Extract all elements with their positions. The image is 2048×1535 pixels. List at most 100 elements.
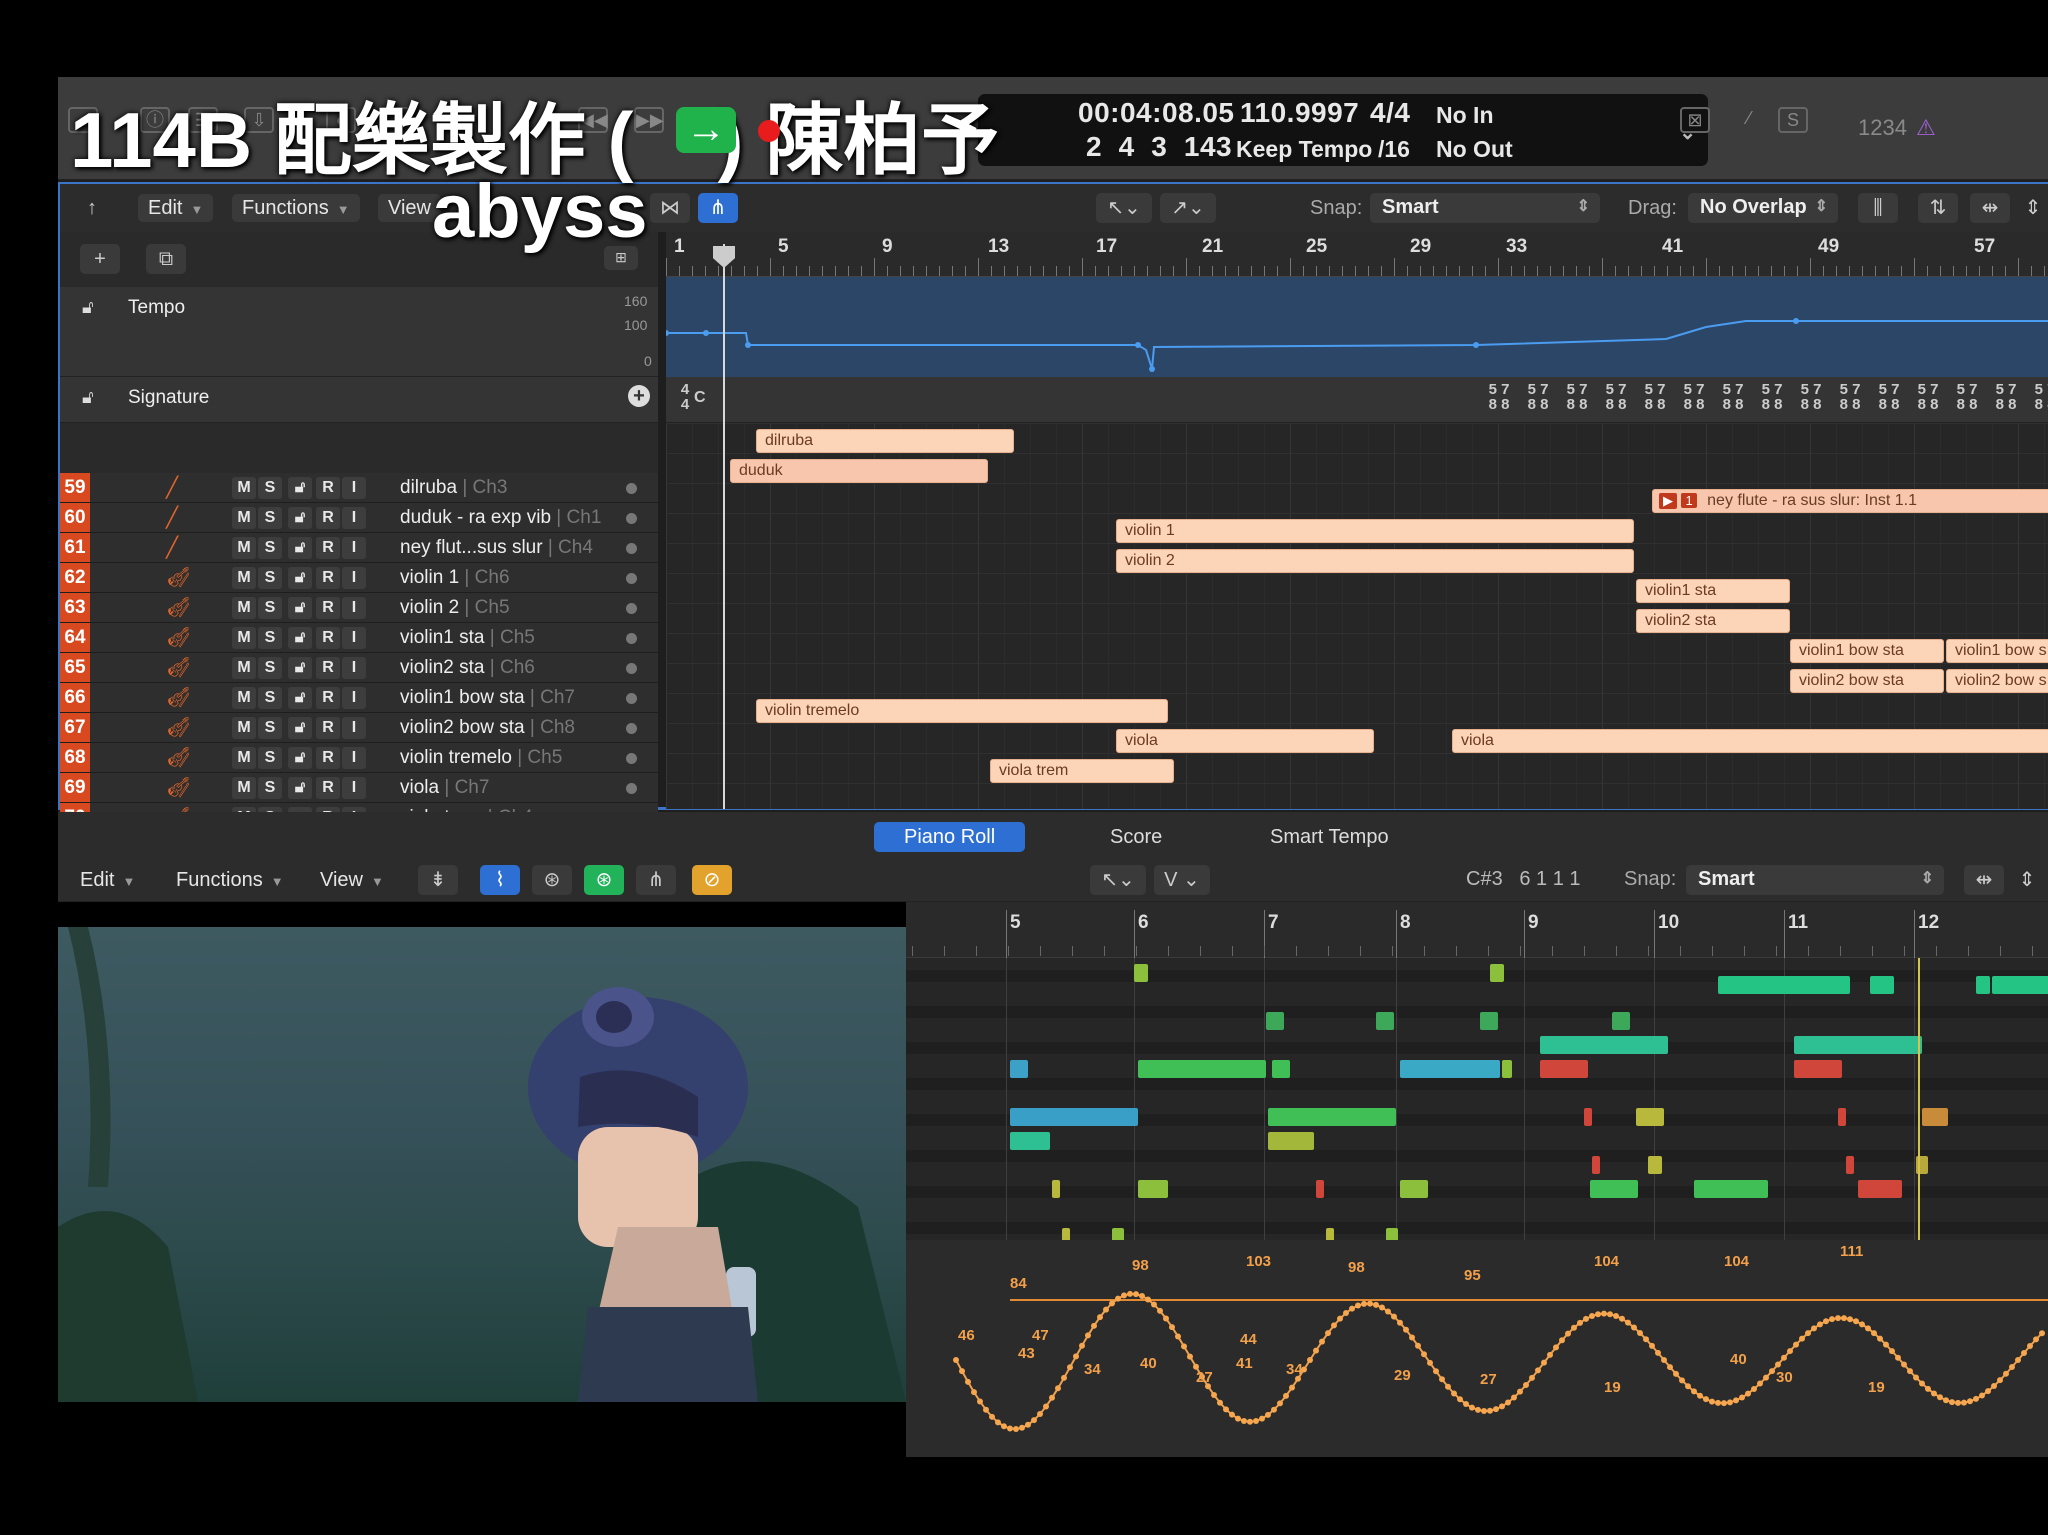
velocity-point[interactable] — [1211, 1391, 1217, 1398]
duplicate-track-icon[interactable]: ⧉ — [146, 244, 186, 274]
velocity-point[interactable] — [1121, 1292, 1127, 1299]
tuner-icon[interactable]: ⁄ — [1734, 107, 1764, 133]
vertical-zoom-icon[interactable]: ⇅ — [1918, 193, 1958, 223]
velocity-point[interactable] — [1361, 1300, 1367, 1307]
velocity-point[interactable] — [1613, 1312, 1619, 1319]
velocity-point[interactable] — [1991, 1383, 1997, 1390]
velocity-point[interactable] — [1055, 1385, 1061, 1392]
velocity-point[interactable] — [1943, 1397, 1949, 1404]
velocity-point[interactable] — [1703, 1396, 1709, 1403]
velocity-point[interactable] — [2021, 1349, 2027, 1356]
mute-button[interactable]: M — [232, 717, 256, 739]
record-enable-button[interactable]: R — [316, 747, 340, 769]
midi-note[interactable] — [1858, 1180, 1902, 1198]
velocity-point[interactable] — [1343, 1309, 1349, 1316]
velocity-point[interactable] — [1751, 1385, 1757, 1392]
edit-menu[interactable]: Edit ▼ — [138, 194, 214, 222]
velocity-point[interactable] — [1919, 1380, 1925, 1387]
lock-icon[interactable]: 🔓︎ — [288, 717, 312, 739]
velocity-point[interactable] — [1901, 1361, 1907, 1368]
velocity-point[interactable] — [1565, 1330, 1571, 1337]
velocity-point[interactable] — [1505, 1399, 1511, 1406]
midi-note[interactable] — [1648, 1156, 1662, 1174]
replace-icon[interactable]: ⊠ — [1680, 107, 1710, 133]
velocity-point[interactable] — [1085, 1332, 1091, 1339]
velocity-point[interactable] — [953, 1357, 959, 1363]
horizontal-zoom-icon[interactable]: ⇹ — [1964, 865, 2004, 895]
record-enable-button[interactable]: R — [316, 507, 340, 529]
velocity-point[interactable] — [1469, 1404, 1475, 1411]
track-row[interactable]: 64 🎻︎ M S 🔓︎ R Iviolin1 sta | Ch5 — [60, 623, 658, 653]
velocity-point[interactable] — [983, 1406, 989, 1413]
track-row[interactable]: 68 🎻︎ M S 🔓︎ R Iviolin tremelo | Ch5 — [60, 743, 658, 773]
solo-button[interactable]: S — [258, 627, 282, 649]
velocity-point[interactable] — [1979, 1392, 1985, 1399]
track-name[interactable]: ney flut...sus slur | Ch4 — [400, 537, 593, 559]
midi-note[interactable] — [1316, 1180, 1324, 1198]
velocity-point[interactable] — [1487, 1407, 1493, 1414]
velocity-point[interactable] — [1013, 1426, 1019, 1433]
piano-roll[interactable]: 5 6 7 8 9 10 11 12 84 98 103 98 95 104 104 111 46 47 43 34… — [906, 902, 2048, 1457]
input-monitor-button[interactable]: I — [342, 627, 366, 649]
midi-note[interactable] — [1976, 976, 1990, 994]
solo-button[interactable]: S — [258, 477, 282, 499]
velocity-point[interactable] — [1187, 1353, 1193, 1360]
velocity-point[interactable] — [1091, 1322, 1097, 1329]
input-monitor-button[interactable]: I — [342, 537, 366, 559]
velocity-point[interactable] — [1109, 1300, 1115, 1307]
add-track-icon[interactable]: + — [80, 244, 120, 274]
editor-playhead[interactable] — [1918, 958, 1920, 1240]
velocity-point[interactable] — [1127, 1290, 1133, 1297]
midi-note[interactable] — [1992, 976, 2048, 994]
drag-select[interactable]: No Overlap ⇕ — [1688, 193, 1838, 223]
region-violin-1[interactable]: violin 1 — [1116, 519, 1634, 543]
horizontal-zoom-icon[interactable]: ⇹ — [1970, 193, 2010, 223]
velocity-point[interactable] — [1115, 1295, 1121, 1302]
velocity-point[interactable] — [1853, 1318, 1859, 1325]
tempo-lane[interactable] — [663, 277, 2048, 377]
lock-icon[interactable]: 🔓︎ — [288, 747, 312, 769]
velocity-point[interactable] — [1679, 1377, 1685, 1384]
count-in-icon[interactable]: 1234 — [1858, 115, 1907, 141]
velocity-point[interactable] — [1157, 1307, 1163, 1314]
velocity-point[interactable] — [1475, 1406, 1481, 1413]
velocity-point[interactable] — [1049, 1394, 1055, 1401]
solo-button[interactable]: S — [258, 747, 282, 769]
velocity-point[interactable] — [1031, 1417, 1037, 1424]
velocity-point[interactable] — [1373, 1301, 1379, 1308]
velocity-point[interactable] — [1997, 1377, 2003, 1384]
midi-draw-icon[interactable]: ⌇ — [480, 865, 520, 895]
velocity-point[interactable] — [1847, 1316, 1853, 1323]
velocity-point[interactable] — [1835, 1315, 1841, 1322]
velocity-point[interactable] — [1949, 1399, 1955, 1406]
velocity-point[interactable] — [1223, 1406, 1229, 1413]
lock-icon[interactable]: 🔓︎ — [288, 477, 312, 499]
velocity-point[interactable] — [1889, 1348, 1895, 1355]
mute-button[interactable]: M — [232, 537, 256, 559]
velocity-point[interactable] — [1877, 1335, 1883, 1342]
velocity-point[interactable] — [2015, 1357, 2021, 1363]
movie-viewer[interactable] — [58, 902, 906, 1457]
mute-button[interactable]: M — [232, 597, 256, 619]
solo-button[interactable]: S — [258, 777, 282, 799]
velocity-point[interactable] — [1673, 1370, 1679, 1377]
velocity-point[interactable] — [2033, 1336, 2039, 1343]
track-row[interactable]: 61 ╱ M S 🔓︎ R Iney flut...sus slur | Ch4 — [60, 533, 658, 563]
midi-note[interactable] — [1838, 1108, 1846, 1126]
velocity-point[interactable] — [1619, 1315, 1625, 1322]
midi-note[interactable] — [1268, 1108, 1396, 1126]
velocity-point[interactable] — [1931, 1390, 1937, 1397]
midi-note[interactable] — [1010, 1132, 1050, 1150]
velocity-point[interactable] — [1403, 1326, 1409, 1333]
velocity-point[interactable] — [1547, 1351, 1553, 1358]
midi-note[interactable] — [1138, 1180, 1168, 1198]
region-viola-a[interactable]: viola — [1116, 729, 1374, 753]
velocity-point[interactable] — [1043, 1403, 1049, 1410]
velocity-point[interactable] — [1415, 1342, 1421, 1349]
velocity-point[interactable] — [1745, 1390, 1751, 1397]
midi-note[interactable] — [1052, 1180, 1060, 1198]
velocity-point[interactable] — [1829, 1316, 1835, 1323]
pointer-tool-icon[interactable]: ↖⌄ — [1096, 193, 1152, 223]
track-name[interactable]: violin 1 | Ch6 — [400, 567, 510, 589]
midi-note[interactable] — [1636, 1108, 1664, 1126]
